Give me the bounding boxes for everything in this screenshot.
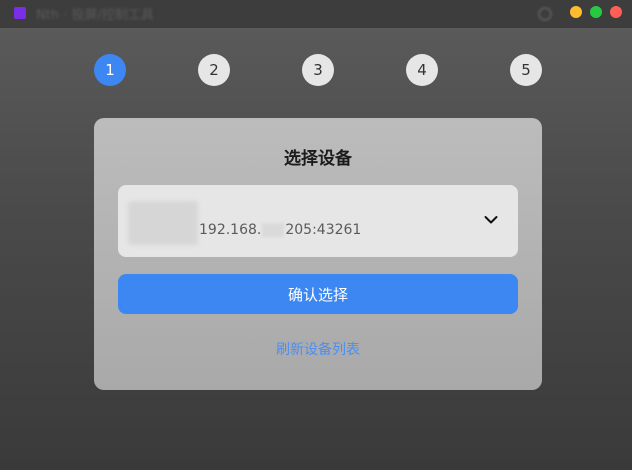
chevron-down-icon[interactable] (484, 215, 498, 225)
step-1: 1 (94, 54, 126, 86)
device-address: 192.168. 205:43261 (199, 222, 361, 238)
device-thumbnail (128, 201, 198, 245)
device-select-card: 选择设备 192.168. 205:43261 确认选择 刷新设备列表 (94, 118, 542, 390)
step-4: 4 (406, 54, 438, 86)
step-2: 2 (198, 54, 230, 86)
confirm-selection-button[interactable]: 确认选择 (118, 274, 518, 314)
minimize-button[interactable] (570, 6, 582, 18)
device-address-prefix: 192.168. (199, 222, 262, 238)
step-5: 5 (510, 54, 542, 86)
refresh-device-list-link[interactable]: 刷新设备列表 (94, 339, 542, 359)
card-title: 选择设备 (284, 149, 352, 169)
address-redaction (262, 223, 285, 237)
device-address-suffix: 205:43261 (285, 222, 362, 238)
device-dropdown[interactable]: 192.168. 205:43261 (118, 185, 518, 257)
settings-icon[interactable] (538, 7, 552, 21)
close-button[interactable] (610, 6, 622, 18)
app-title: Nth · 投屏/控制工具 (36, 8, 154, 23)
app-logo-icon (14, 7, 26, 19)
step-3: 3 (302, 54, 334, 86)
maximize-button[interactable] (590, 6, 602, 18)
title-bar: Nth · 投屏/控制工具 (0, 0, 632, 28)
